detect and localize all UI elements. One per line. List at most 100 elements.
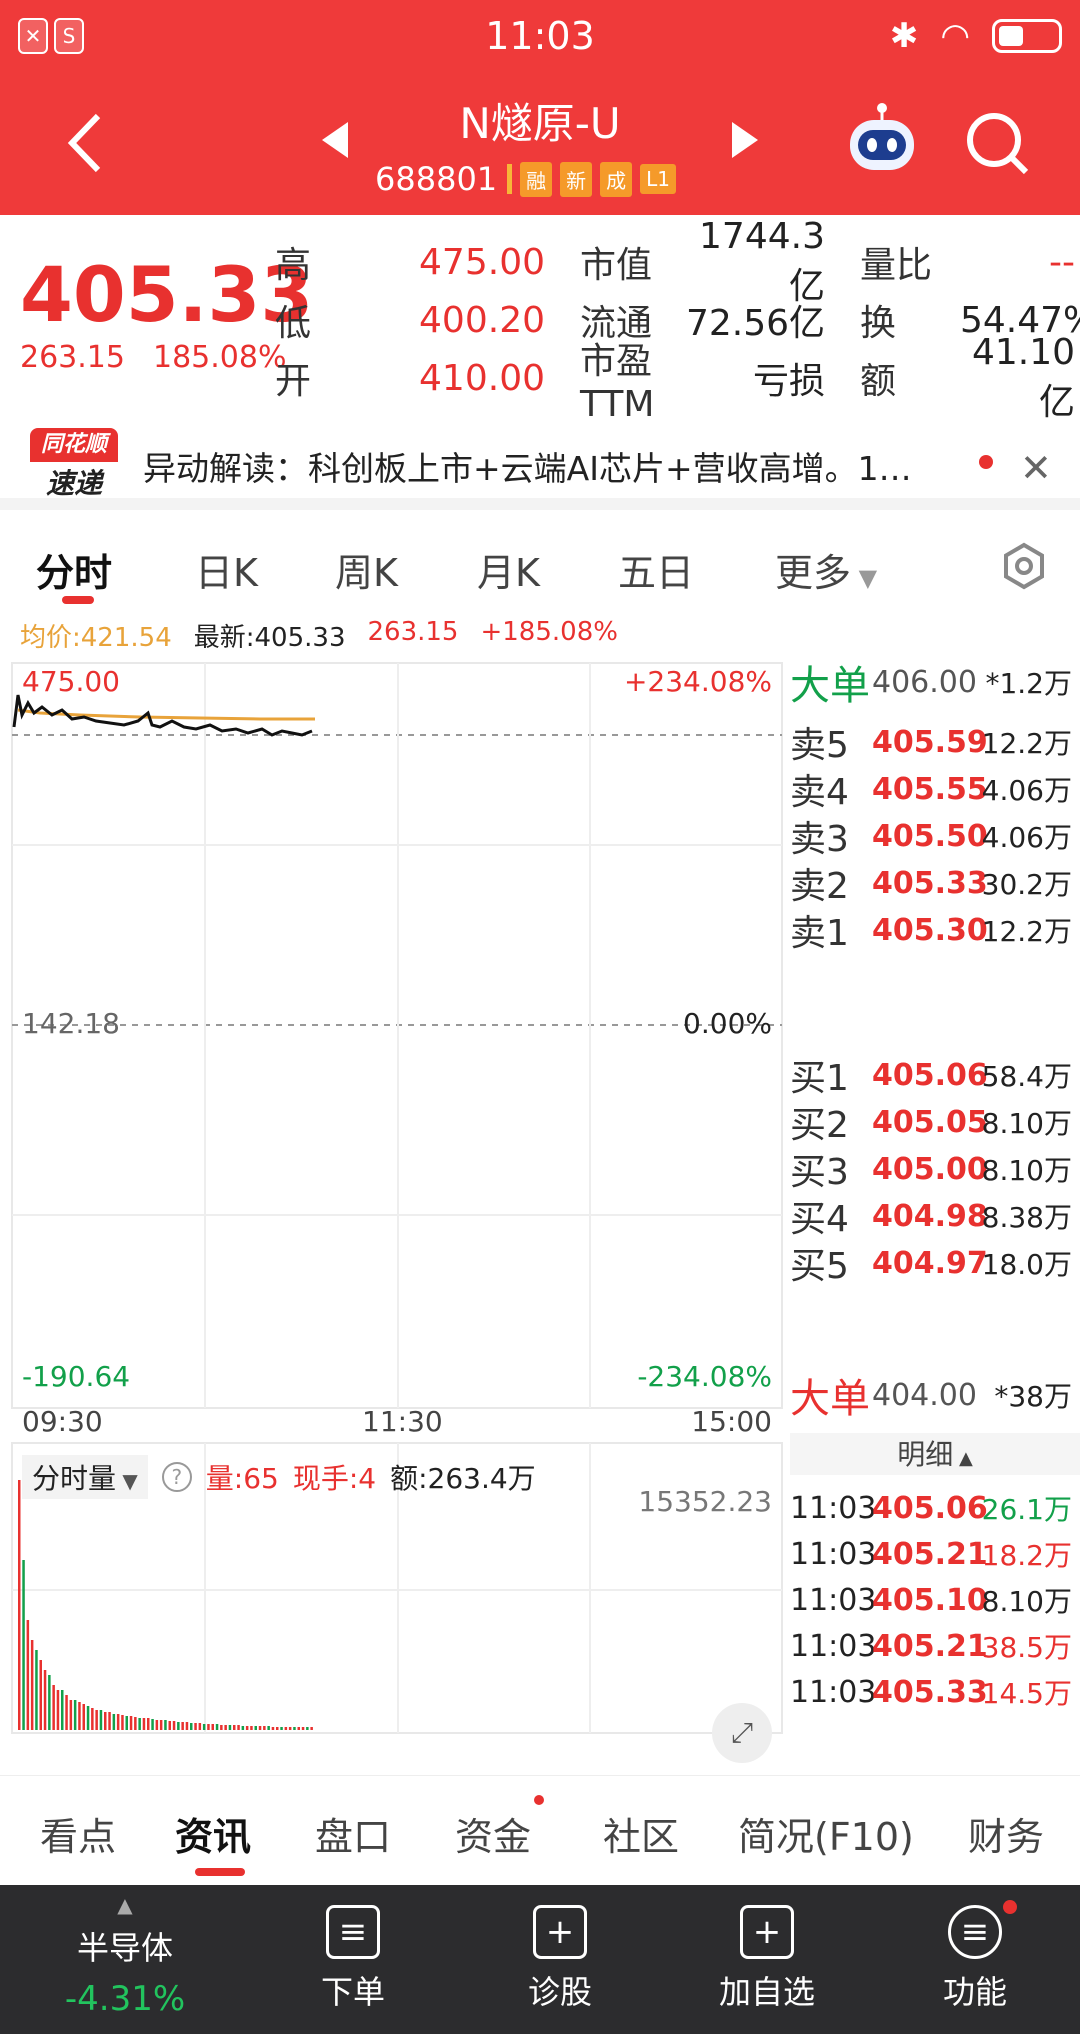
tab-handicap[interactable]: 盘口 [315,1806,391,1861]
fullscreen-button[interactable]: ⤢ [712,1703,772,1763]
level-label: 卖2 [790,866,849,907]
sort-arrow-icon: ▲ [953,1448,973,1469]
title-row: N燧原-U 688801 融 新 成 L1 [0,80,1080,210]
tab-community[interactable]: 社区 [603,1806,679,1861]
next-stock-icon[interactable] [730,120,760,160]
dropdown-arrow-icon: ▼ [116,1469,138,1493]
news-text[interactable]: 异动解读：科创板上市+云端AI芯片+营收高增。1… [143,442,933,490]
quote-label: 市值 [580,245,653,286]
current-hand: 现手:4 [292,1462,377,1495]
tab-capital[interactable]: 资金 [455,1806,531,1861]
volume-bar [168,1721,171,1730]
volume-bar [65,1695,68,1730]
volume-bar [138,1718,141,1730]
sector-change: -4.31% [64,1979,186,2019]
level-price: 405.05 [872,1104,988,1140]
volume-bar [121,1715,124,1730]
news-banner[interactable]: 同花顺 速递 异动解读：科创板上市+云端AI芯片+营收高增。1… ✕ [0,410,1080,510]
diagnose-button[interactable]: + 诊股 [490,1905,630,2013]
add-watchlist-button[interactable]: + 加自选 [697,1905,837,2013]
volume-bar [129,1716,133,1730]
intraday-chart[interactable]: 475.00 +234.08% 142.18 0.00% -190.64 -23… [0,655,790,1763]
tab-news[interactable]: 资讯 [175,1806,251,1861]
tag-divider [507,164,513,194]
y-axis-mid-pct: 0.00% [683,1007,772,1040]
last-price: 405.33 [20,250,314,339]
volume-bar [181,1722,184,1730]
detail-header[interactable]: 明细 ▲ [790,1433,1080,1475]
volume-selector[interactable]: 分时量 ▼ [22,1455,148,1499]
trade-price: 405.21 [872,1536,988,1572]
tab-daily-k[interactable]: 日K [195,542,258,597]
tab-finance[interactable]: 财务 [968,1806,1044,1861]
tag-level: L1 [640,164,677,194]
bid-row: 买2 405.05 8.10万 [790,1097,1080,1147]
tab-monthly-k[interactable]: 月K [477,542,540,597]
tab-more[interactable]: 更多 ▼ [775,542,877,597]
tab-highlights[interactable]: 看点 [40,1806,116,1861]
quote-row: 高 475.00 市值 1744.3亿 量比 -- [275,216,1075,307]
volume-bar [280,1727,283,1730]
volume-bar [194,1723,197,1730]
volume-bar [61,1690,64,1730]
trade-price: 405.10 [872,1582,988,1618]
volume-bar [164,1720,167,1730]
settings-hexagon-icon[interactable] [1000,542,1048,590]
level-price: 405.50 [872,818,988,854]
level-price: 405.06 [872,1057,988,1093]
ths-express-logo: 同花顺 速递 [30,428,118,504]
level-label: 卖4 [790,772,849,813]
volume-bar [224,1725,227,1730]
volume-bar [263,1726,266,1730]
avg-price-label: 均价:421.54 [20,623,172,653]
status-bar: ✕ S 11:03 ✱ ◠ [0,0,1080,74]
quote-label: 额 [860,361,897,402]
order-button[interactable]: ≡ 下单 [283,1905,423,2013]
chart-tabs: 分时 日K 周K 月K 五日 更多 ▼ [0,522,1080,617]
sector-indicator[interactable]: ▲ 半导体 -4.31% [55,1893,195,2019]
unread-dot-icon [1003,1900,1017,1914]
volume-bar [284,1727,288,1730]
volume-bar [22,1560,25,1730]
volume-bar [134,1717,137,1730]
tab-five-day[interactable]: 五日 [618,542,694,597]
volume-header: 分时量 ▼ ? 量:65 现手:4 额:263.4万 [22,1455,536,1499]
logo-top-text: 同花顺 [30,428,118,462]
level-label: 买4 [790,1199,849,1240]
volume-bar [26,1620,30,1730]
level-volume: 4.06万 [981,821,1072,854]
tab-weekly-k[interactable]: 周K [335,542,398,597]
trade-volume: 14.5万 [981,1677,1072,1710]
header-bar: ✕ S 11:03 ✱ ◠ N燧原-U 688801 融 新 成 L1 [0,0,1080,215]
search-icon[interactable] [962,108,1032,178]
sector-name: 半导体 [76,1929,173,1967]
quote-value: 72.56亿 [685,303,825,344]
tab-intraday[interactable]: 分时 [36,542,112,597]
volume-bar [151,1719,154,1730]
big-order-label: 大单 [790,1376,870,1422]
volume-bar [108,1712,111,1730]
tab-f10[interactable]: 简况(F10) [738,1806,914,1861]
robot-assistant-icon[interactable] [842,100,922,180]
level-price: 405.33 [872,865,988,901]
volume-bar [301,1727,305,1730]
help-icon[interactable]: ? [161,1462,192,1492]
bid-row: 买5 404.97 18.0万 [790,1238,1080,1288]
y-axis-bottom-price: -190.64 [22,1360,131,1393]
bottom-action-bar: ▲ 半导体 -4.31% ≡ 下单 + 诊股 + 加自选 ≡ 功能 [0,1885,1080,2034]
quote-value: 475.00 [419,241,545,283]
bluetooth-icon: ✱ [889,16,919,56]
volume-bar [254,1726,257,1730]
volume-bar [215,1724,219,1730]
legend-change: 263.15 [367,617,459,647]
volume-bar [241,1726,245,1730]
volume-bar [198,1723,202,1730]
close-icon[interactable]: ✕ [1020,446,1052,490]
chart-legend: 均价:421.54 最新:405.33 263.15 +185.08% [20,617,618,654]
level-volume: 12.2万 [981,915,1072,948]
functions-button[interactable]: ≡ 功能 [905,1905,1045,2013]
volume-bar [147,1718,150,1730]
volume-bar [73,1700,77,1730]
ask-row: 卖4 405.55 4.06万 [790,764,1080,814]
ask-row: 卖5 405.59 12.2万 [790,717,1080,767]
